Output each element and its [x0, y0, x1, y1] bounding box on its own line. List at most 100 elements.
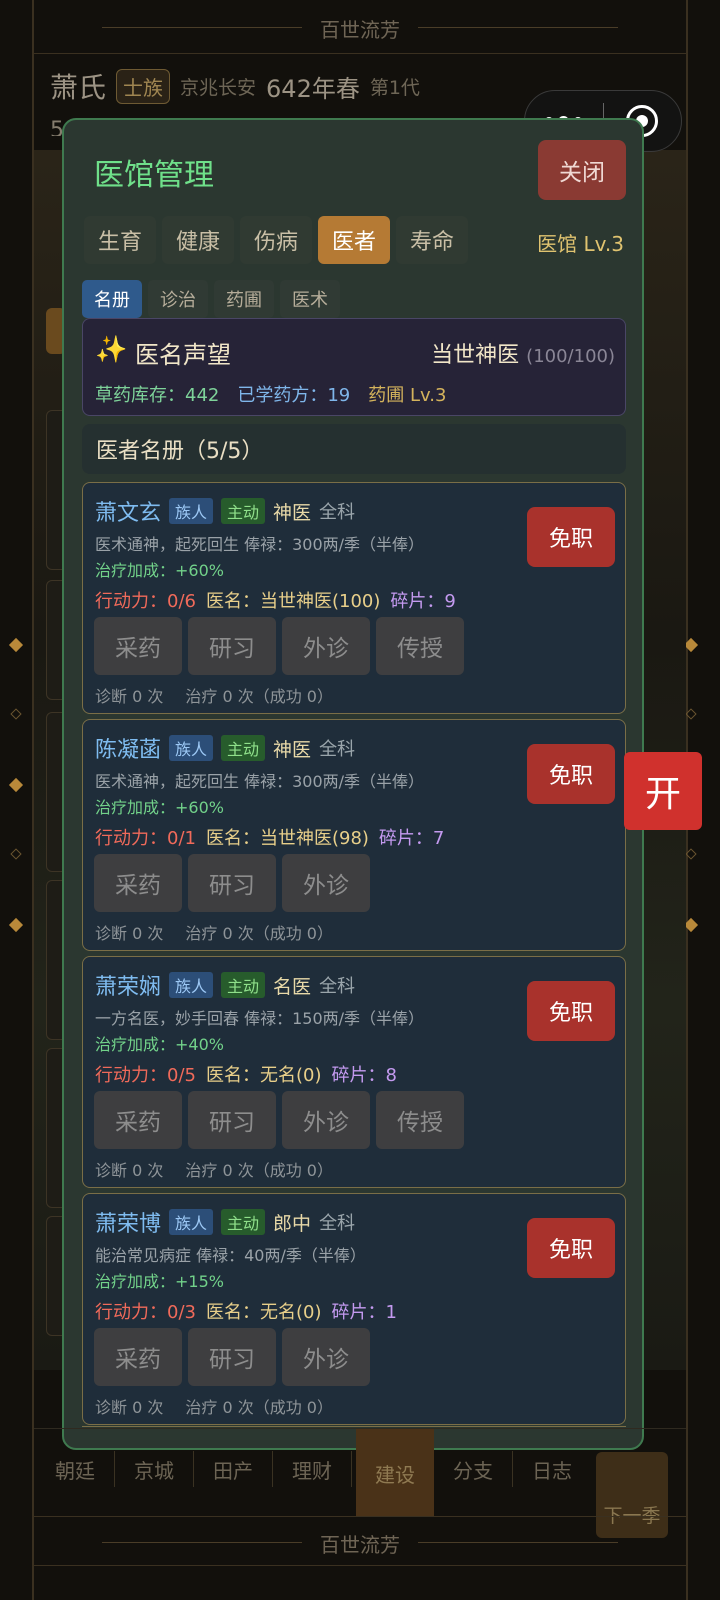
doctor-name[interactable]: 萧荣娴	[95, 969, 161, 1001]
study-button[interactable]: 研习	[188, 854, 276, 912]
tab-birth[interactable]: 生育	[84, 216, 156, 264]
doctor-counts: 诊断 0 次 治疗 0 次（成功 0）	[95, 1394, 333, 1418]
fame-title: 当世神医	[431, 343, 520, 368]
gather-herbs-button[interactable]: 采药	[94, 617, 182, 675]
doctor-status-line: 行动力：0/3 医名：无名(0) 碎片：1	[95, 1298, 397, 1324]
doctor-rank: 神医	[273, 738, 312, 761]
subtab-treatment[interactable]: 诊治	[148, 280, 208, 318]
close-button[interactable]: 关闭	[538, 140, 626, 200]
nav-capital[interactable]: 京城	[115, 1429, 193, 1509]
doctor-rank: 神医	[273, 501, 312, 524]
nav-estate[interactable]: 田产	[194, 1429, 272, 1509]
doctor-actions: 采药 研习 外诊	[94, 854, 370, 912]
nav-construction[interactable]: 建设	[356, 1429, 434, 1517]
doctor-status-line: 行动力：0/1 医名：当世神医(98) 碎片：7	[95, 824, 444, 850]
roster-header: 医者名册（5/5）	[82, 424, 626, 474]
active-status-badge: 主动	[221, 972, 266, 998]
doctor-fame: 医名：当世神医(100)	[205, 591, 381, 612]
dismiss-button[interactable]: 免职	[527, 981, 615, 1041]
hospital-level: 医馆 Lv.3	[537, 232, 624, 256]
doctor-description: 一方名医，妙手回春 俸禄：150两/季（半俸）	[95, 1009, 425, 1028]
medical-fame-panel: ✨ 医名声望 当世神医 (100/100) 草药库存：442 已学药方：19 药…	[82, 318, 626, 416]
open-button[interactable]: 开	[624, 752, 702, 830]
fame-stats: 草药库存：442 已学药方：19 药圃 Lv.3	[95, 381, 446, 407]
active-status-badge: 主动	[221, 1209, 266, 1235]
top-title-bar: 百世流芳	[34, 0, 686, 54]
doctor-department: 全科	[319, 976, 356, 997]
herb-garden-level: 药圃 Lv.3	[368, 385, 447, 406]
bottom-title-bar: 百世流芳	[34, 1516, 686, 1566]
tab-lifespan[interactable]: 寿命	[396, 216, 468, 264]
study-button[interactable]: 研习	[188, 1328, 276, 1386]
doctor-description: 能治常见病症 俸禄：40两/季（半俸）	[95, 1246, 366, 1265]
treatment-count: 治疗 0 次（成功 0）	[185, 1161, 333, 1180]
doctor-name[interactable]: 萧荣博	[95, 1206, 161, 1238]
doctor-department: 全科	[319, 739, 356, 760]
sub-tabs: 名册 诊治 药圃 医术	[82, 280, 340, 318]
treatment-bonus: 治疗加成：+60%	[95, 561, 224, 580]
outcall-button[interactable]: 外诊	[282, 1091, 370, 1149]
subtab-herb-garden[interactable]: 药圃	[214, 280, 274, 318]
tab-injury[interactable]: 伤病	[240, 216, 312, 264]
tab-health[interactable]: 健康	[162, 216, 234, 264]
study-button[interactable]: 研习	[188, 617, 276, 675]
outcall-button[interactable]: 外诊	[282, 854, 370, 912]
doctor-name[interactable]: 陈凝菡	[95, 732, 161, 764]
gather-herbs-button[interactable]: 采药	[94, 1328, 182, 1386]
doctor-department: 全科	[319, 1213, 356, 1234]
diagnosis-count: 诊断 0 次	[95, 687, 164, 706]
doctor-name-row: 陈凝菡 族人 主动 神医 全科	[95, 732, 356, 764]
dismiss-button[interactable]: 免职	[527, 744, 615, 804]
teach-button[interactable]: 传授	[376, 1091, 464, 1149]
doctor-fame: 医名：当世神医(98)	[205, 828, 369, 849]
nav-log[interactable]: 日志	[513, 1429, 591, 1509]
treatment-bonus: 治疗加成：+60%	[95, 798, 224, 817]
treatment-count: 治疗 0 次（成功 0）	[185, 924, 333, 943]
dismiss-button[interactable]: 免职	[527, 507, 615, 567]
gather-herbs-button[interactable]: 采药	[94, 854, 182, 912]
diagnosis-count: 诊断 0 次	[95, 1161, 164, 1180]
diagnosis-count: 诊断 0 次	[95, 924, 164, 943]
doctor-actions: 采药 研习 外诊 传授	[94, 1091, 464, 1149]
dismiss-button[interactable]: 免职	[527, 1218, 615, 1278]
clan-class-tag: 士族	[116, 68, 171, 104]
treatment-bonus: 治疗加成：+15%	[95, 1272, 224, 1291]
herb-stock: 草药库存：442	[95, 385, 220, 406]
doctor-counts: 诊断 0 次 治疗 0 次（成功 0）	[95, 1157, 333, 1181]
subtab-roster[interactable]: 名册	[82, 280, 142, 318]
recipes-learned: 已学药方：19	[237, 385, 351, 406]
clan-member-badge: 族人	[169, 1209, 214, 1235]
hospital-management-modal: 医馆管理 关闭 生育 健康 伤病 医者 寿命 医馆 Lv.3 名册 诊治 药圃 …	[62, 118, 644, 1450]
doctor-counts: 诊断 0 次 治疗 0 次（成功 0）	[95, 683, 333, 707]
clan-location: 京兆长安	[180, 76, 257, 99]
gather-herbs-button[interactable]: 采药	[94, 1091, 182, 1149]
study-button[interactable]: 研习	[188, 1091, 276, 1149]
fame-value: 当世神医 (100/100)	[431, 337, 615, 369]
clan-member-badge: 族人	[169, 498, 214, 524]
action-points: 行动力：0/3	[95, 1302, 196, 1323]
outcall-button[interactable]: 外诊	[282, 617, 370, 675]
tab-doctors[interactable]: 医者	[318, 216, 390, 264]
sparkle-icon: ✨	[95, 335, 128, 365]
treatment-count: 治疗 0 次（成功 0）	[185, 687, 333, 706]
doctor-rank: 郎中	[273, 1212, 312, 1235]
modal-title: 医馆管理	[94, 158, 214, 193]
action-points: 行动力：0/6	[95, 591, 196, 612]
outcall-button[interactable]: 外诊	[282, 1328, 370, 1386]
doctor-description: 医术通神，起死回生 俸禄：300两/季（半俸）	[95, 535, 425, 554]
subtab-medical-skill[interactable]: 医术	[280, 280, 340, 318]
action-points: 行动力：0/1	[95, 828, 196, 849]
nav-finance[interactable]: 理财	[273, 1429, 351, 1509]
doctor-name-row: 萧荣娴 族人 主动 名医 全科	[95, 969, 356, 1001]
fame-label: 医名声望	[135, 341, 231, 369]
doctor-card: 萧荣娴 族人 主动 名医 全科 一方名医，妙手回春 俸禄：150两/季（半俸） …	[82, 956, 626, 1188]
nav-branch[interactable]: 分支	[434, 1429, 512, 1509]
nav-court[interactable]: 朝廷	[36, 1429, 114, 1509]
doctor-name-row: 萧荣博 族人 主动 郎中 全科	[95, 1206, 356, 1238]
doctor-actions: 采药 研习 外诊	[94, 1328, 370, 1386]
teach-button[interactable]: 传授	[376, 617, 464, 675]
doctor-name[interactable]: 萧文玄	[95, 495, 161, 527]
doctor-card: 萧荣博 族人 主动 郎中 全科 能治常见病症 俸禄：40两/季（半俸） 治疗加成…	[82, 1193, 626, 1425]
game-title: 百世流芳	[320, 18, 400, 42]
action-points: 行动力：0/5	[95, 1065, 196, 1086]
